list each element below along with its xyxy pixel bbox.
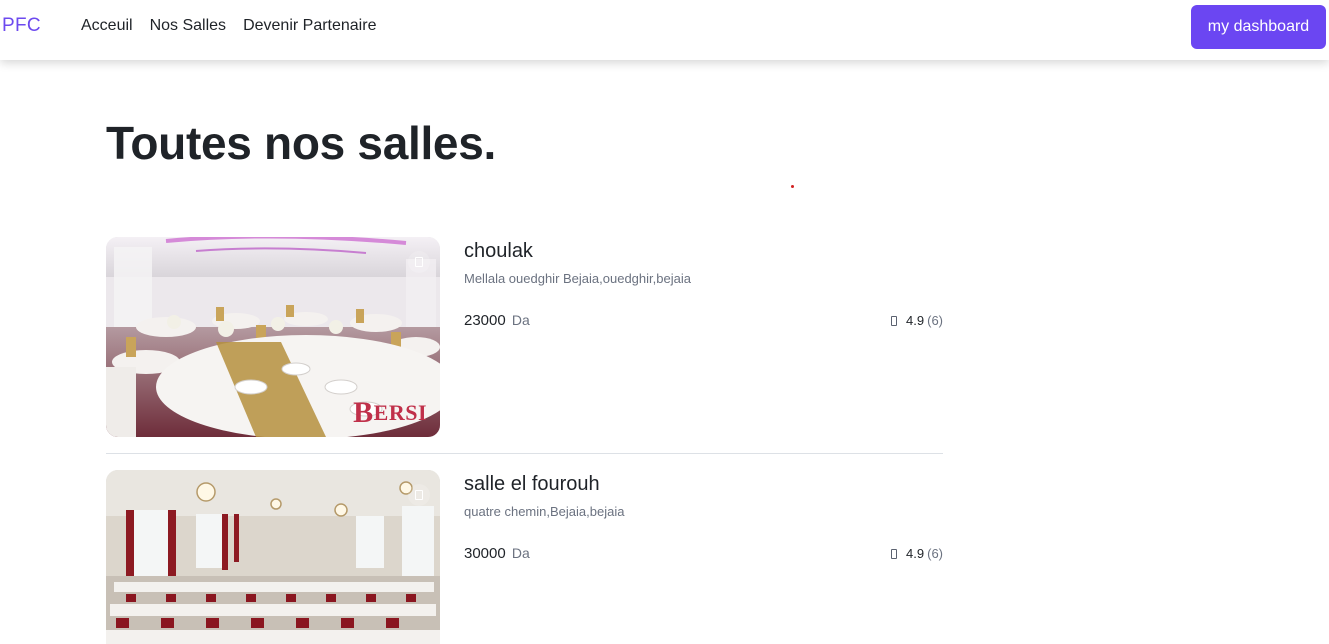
venue-price: 30000 Da <box>464 545 530 562</box>
venue-price: 23000 Da <box>464 312 530 329</box>
listing-card[interactable]: salle el fourouh quatre chemin,Bejaia,be… <box>106 470 943 644</box>
bookmark-icon <box>415 257 423 267</box>
favorite-button[interactable] <box>408 251 430 273</box>
venue-photo[interactable]: BERSI <box>106 237 440 437</box>
rating-value: 4.9 <box>906 313 925 328</box>
listing-card[interactable]: BERSI choulak Mellala ouedghir Bejaia,ou… <box>106 237 943 437</box>
brand-logo[interactable]: PFC <box>2 15 41 37</box>
page-title: Toutes nos salles. <box>106 117 496 169</box>
bookmark-icon <box>415 490 423 500</box>
price-currency: Da <box>511 312 530 328</box>
cursor-dot <box>791 185 794 188</box>
favorite-button[interactable] <box>408 484 430 506</box>
star-icon <box>891 315 898 326</box>
main-nav: Acceuil Nos Salles Devenir Partenaire <box>81 17 376 35</box>
nav-link-nos-salles[interactable]: Nos Salles <box>150 17 226 35</box>
venue-rating: 4.9 (6) <box>891 313 943 328</box>
venue-watermark: BERSI <box>353 396 427 429</box>
venue-rating: 4.9 (6) <box>891 546 943 561</box>
venue-address: quatre chemin,Bejaia,bejaia <box>464 504 625 519</box>
nav-link-devenir-partenaire[interactable]: Devenir Partenaire <box>243 17 376 35</box>
banquet-hall-image <box>106 470 440 644</box>
star-icon <box>891 548 898 559</box>
venue-name[interactable]: salle el fourouh <box>464 473 600 496</box>
venue-name[interactable]: choulak <box>464 240 533 263</box>
rating-value: 4.9 <box>906 546 925 561</box>
price-currency: Da <box>511 545 530 561</box>
price-value: 23000 <box>464 312 506 329</box>
listing-divider <box>106 453 943 454</box>
price-value: 30000 <box>464 545 506 562</box>
listing-info: salle el fourouh quatre chemin,Bejaia,be… <box>464 470 943 644</box>
review-count: (6) <box>927 546 943 561</box>
venue-address: Mellala ouedghir Bejaia,ouedghir,bejaia <box>464 271 691 286</box>
listing-info: choulak Mellala ouedghir Bejaia,ouedghir… <box>464 237 943 437</box>
nav-link-acceuil[interactable]: Acceuil <box>81 17 133 35</box>
dashboard-button[interactable]: my dashboard <box>1191 5 1326 49</box>
top-navbar: PFC Acceuil Nos Salles Devenir Partenair… <box>0 0 1329 60</box>
review-count: (6) <box>927 313 943 328</box>
venue-photo[interactable] <box>106 470 440 644</box>
